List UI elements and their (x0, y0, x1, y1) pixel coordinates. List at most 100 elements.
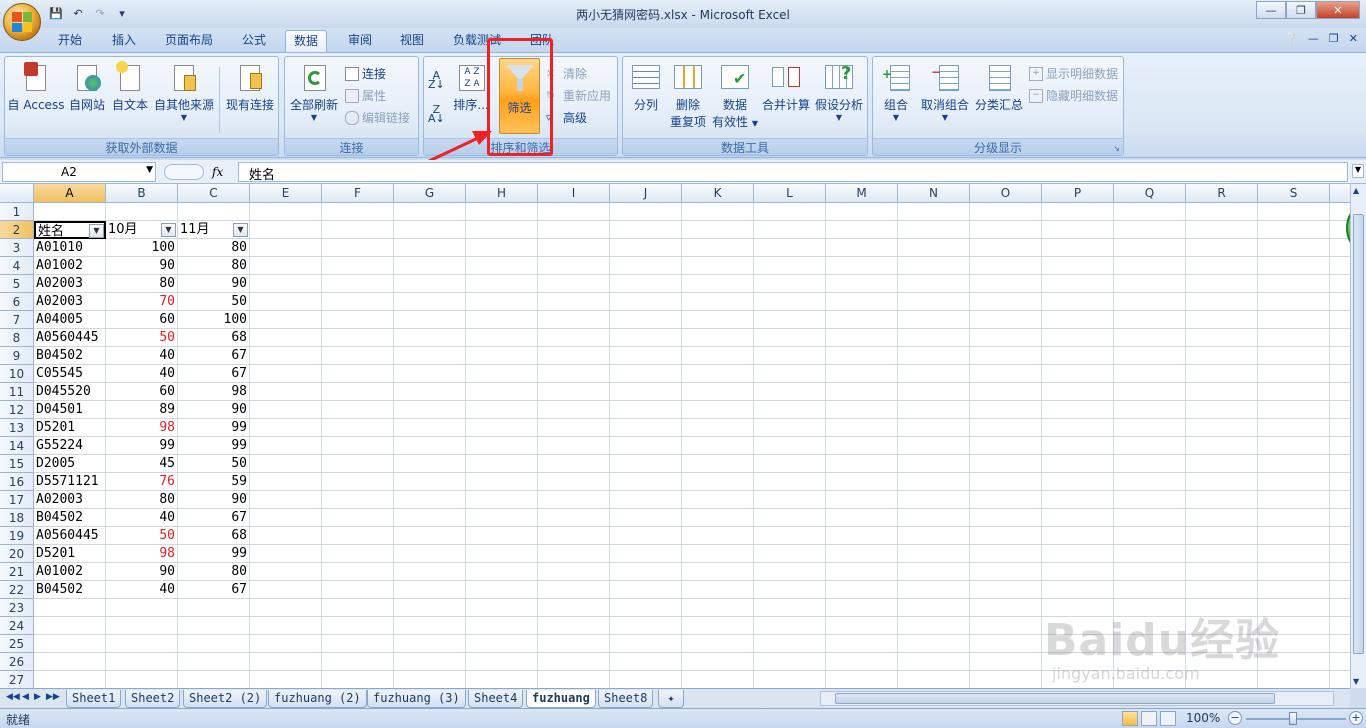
column-header[interactable]: E (250, 184, 322, 203)
from-access-button[interactable]: 自 Access (7, 61, 65, 113)
name-box-dropdown-icon[interactable]: ▼ (146, 165, 153, 175)
cell-name[interactable]: A04005 (34, 311, 106, 329)
cell-nov[interactable]: 99 (178, 419, 250, 437)
cell-nov[interactable]: 80 (178, 257, 250, 275)
cell-nov[interactable]: 67 (178, 365, 250, 383)
row-header[interactable]: 4 (0, 257, 34, 275)
column-header[interactable]: S (1258, 184, 1330, 203)
minimize-button[interactable]: — (1256, 1, 1286, 19)
cell-nov[interactable]: 68 (178, 527, 250, 545)
row-header[interactable]: 2 (0, 221, 34, 239)
properties-button[interactable]: 属性 (345, 87, 386, 104)
column-header[interactable]: M (826, 184, 898, 203)
page-layout-view-icon[interactable] (1141, 711, 1157, 726)
normal-view-icon[interactable] (1122, 711, 1138, 726)
row-header[interactable]: 20 (0, 545, 34, 563)
scroll-up-icon[interactable]: ▲ (1353, 186, 1359, 195)
zoom-level[interactable]: 100% (1186, 711, 1220, 725)
cell-name[interactable]: D5201 (34, 419, 106, 437)
cell-oct[interactable]: 90 (106, 563, 178, 581)
sheet-tab[interactable]: fuzhuang (2) (268, 690, 367, 708)
sheet-tab[interactable]: Sheet1 (66, 690, 122, 708)
row-header[interactable]: 12 (0, 401, 34, 419)
column-header[interactable]: J (610, 184, 682, 203)
data-validation-button[interactable]: ✔ 数据 有效性 ▼ (711, 61, 759, 130)
next-sheet-icon[interactable]: ▶ (34, 692, 41, 702)
cell-oct[interactable]: 98 (106, 419, 178, 437)
column-header[interactable]: H (466, 184, 538, 203)
cell-nov[interactable]: 99 (178, 437, 250, 455)
subtotal-button[interactable]: 分类汇总 (973, 61, 1025, 113)
dialog-launcher-icon[interactable]: ↘ (1113, 144, 1120, 153)
column-header[interactable]: L (754, 184, 826, 203)
column-header[interactable]: O (970, 184, 1042, 203)
formula-input[interactable]: 姓名 (238, 162, 1348, 183)
row-header[interactable]: 25 (0, 635, 34, 653)
column-header[interactable]: I (538, 184, 610, 203)
prev-sheet-icon[interactable]: ◀ (22, 692, 29, 702)
sort-button[interactable]: A ZZ A 排序... (450, 61, 492, 113)
formula-toggle[interactable] (164, 164, 204, 180)
cell-name[interactable]: A0560445 (34, 527, 106, 545)
cell-name[interactable]: D04501 (34, 401, 106, 419)
cell-name[interactable]: A01002 (34, 563, 106, 581)
tab-view[interactable]: 视图 (392, 30, 432, 52)
zoom-in-icon[interactable]: + (1349, 711, 1363, 725)
sheet-tab-active[interactable]: fuzhuang (526, 690, 596, 708)
sheet-tab[interactable]: Sheet8 (598, 690, 654, 708)
advanced-filter-button[interactable]: ▿ 高级 (546, 109, 587, 126)
page-break-view-icon[interactable] (1160, 711, 1176, 726)
edit-links-button[interactable]: 编辑链接 (345, 109, 410, 126)
sheet-tab[interactable]: Sheet2 (125, 690, 181, 708)
existing-connections-button[interactable]: 现有连接 (223, 61, 277, 113)
what-if-analysis-button[interactable]: ? 假设分析 ▼ (813, 61, 865, 122)
cell-name[interactable]: D2005 (34, 455, 106, 473)
zoom-out-icon[interactable]: − (1228, 711, 1242, 725)
row-header[interactable]: 23 (0, 599, 34, 617)
cell-oct[interactable]: 80 (106, 275, 178, 293)
row-header[interactable]: 3 (0, 239, 34, 257)
insert-function-icon[interactable]: fx (212, 165, 223, 179)
row-header[interactable]: 8 (0, 329, 34, 347)
cell-name[interactable]: B04502 (34, 509, 106, 527)
column-header[interactable]: K (682, 184, 754, 203)
row-header[interactable]: 15 (0, 455, 34, 473)
first-sheet-icon[interactable]: ◀◀ (6, 692, 20, 702)
cell-name[interactable]: A02003 (34, 491, 106, 509)
row-header[interactable]: 5 (0, 275, 34, 293)
column-header[interactable]: R (1186, 184, 1258, 203)
row-header[interactable]: 7 (0, 311, 34, 329)
cell-oct[interactable]: 40 (106, 365, 178, 383)
cell-oct[interactable]: 50 (106, 329, 178, 347)
tab-formulas[interactable]: 公式 (234, 30, 274, 52)
cell-name[interactable]: D5201 (34, 545, 106, 563)
row-header[interactable]: 21 (0, 563, 34, 581)
column-header[interactable]: B (106, 184, 178, 203)
column-header[interactable]: N (898, 184, 970, 203)
cell-name[interactable]: A02003 (34, 275, 106, 293)
sort-ascending-icon[interactable]: A Z↓ (428, 70, 445, 90)
ribbon-close-icon[interactable]: ✕ (1349, 32, 1358, 45)
row-header[interactable]: 10 (0, 365, 34, 383)
vertical-scrollbar[interactable]: ▲ ▼ (1350, 184, 1366, 688)
zoom-slider-thumb[interactable] (1289, 712, 1297, 725)
ribbon-minimize-icon[interactable]: — (1308, 32, 1319, 45)
column-header[interactable] (1330, 184, 1350, 203)
column-header[interactable]: C (178, 184, 250, 203)
row-header[interactable]: 19 (0, 527, 34, 545)
horizontal-scrollbar[interactable] (820, 691, 1334, 706)
cell-oct[interactable]: 40 (106, 581, 178, 599)
cell-name[interactable]: A01002 (34, 257, 106, 275)
cell-name[interactable]: D5571121 (34, 473, 106, 491)
maximize-button[interactable]: ❐ (1286, 1, 1316, 19)
help-icon[interactable]: ❔ (1284, 32, 1298, 45)
tab-page-layout[interactable]: 页面布局 (157, 30, 221, 52)
row-header[interactable]: 18 (0, 509, 34, 527)
column-header[interactable]: F (322, 184, 394, 203)
tab-team[interactable]: 团队 (522, 30, 562, 52)
text-to-columns-button[interactable]: 分列 (627, 61, 665, 113)
row-header[interactable]: 11 (0, 383, 34, 401)
row-header[interactable]: 24 (0, 617, 34, 635)
clear-filter-button[interactable]: ✕ 清除 (546, 65, 587, 82)
filter-button[interactable]: 筛选 (499, 58, 540, 134)
